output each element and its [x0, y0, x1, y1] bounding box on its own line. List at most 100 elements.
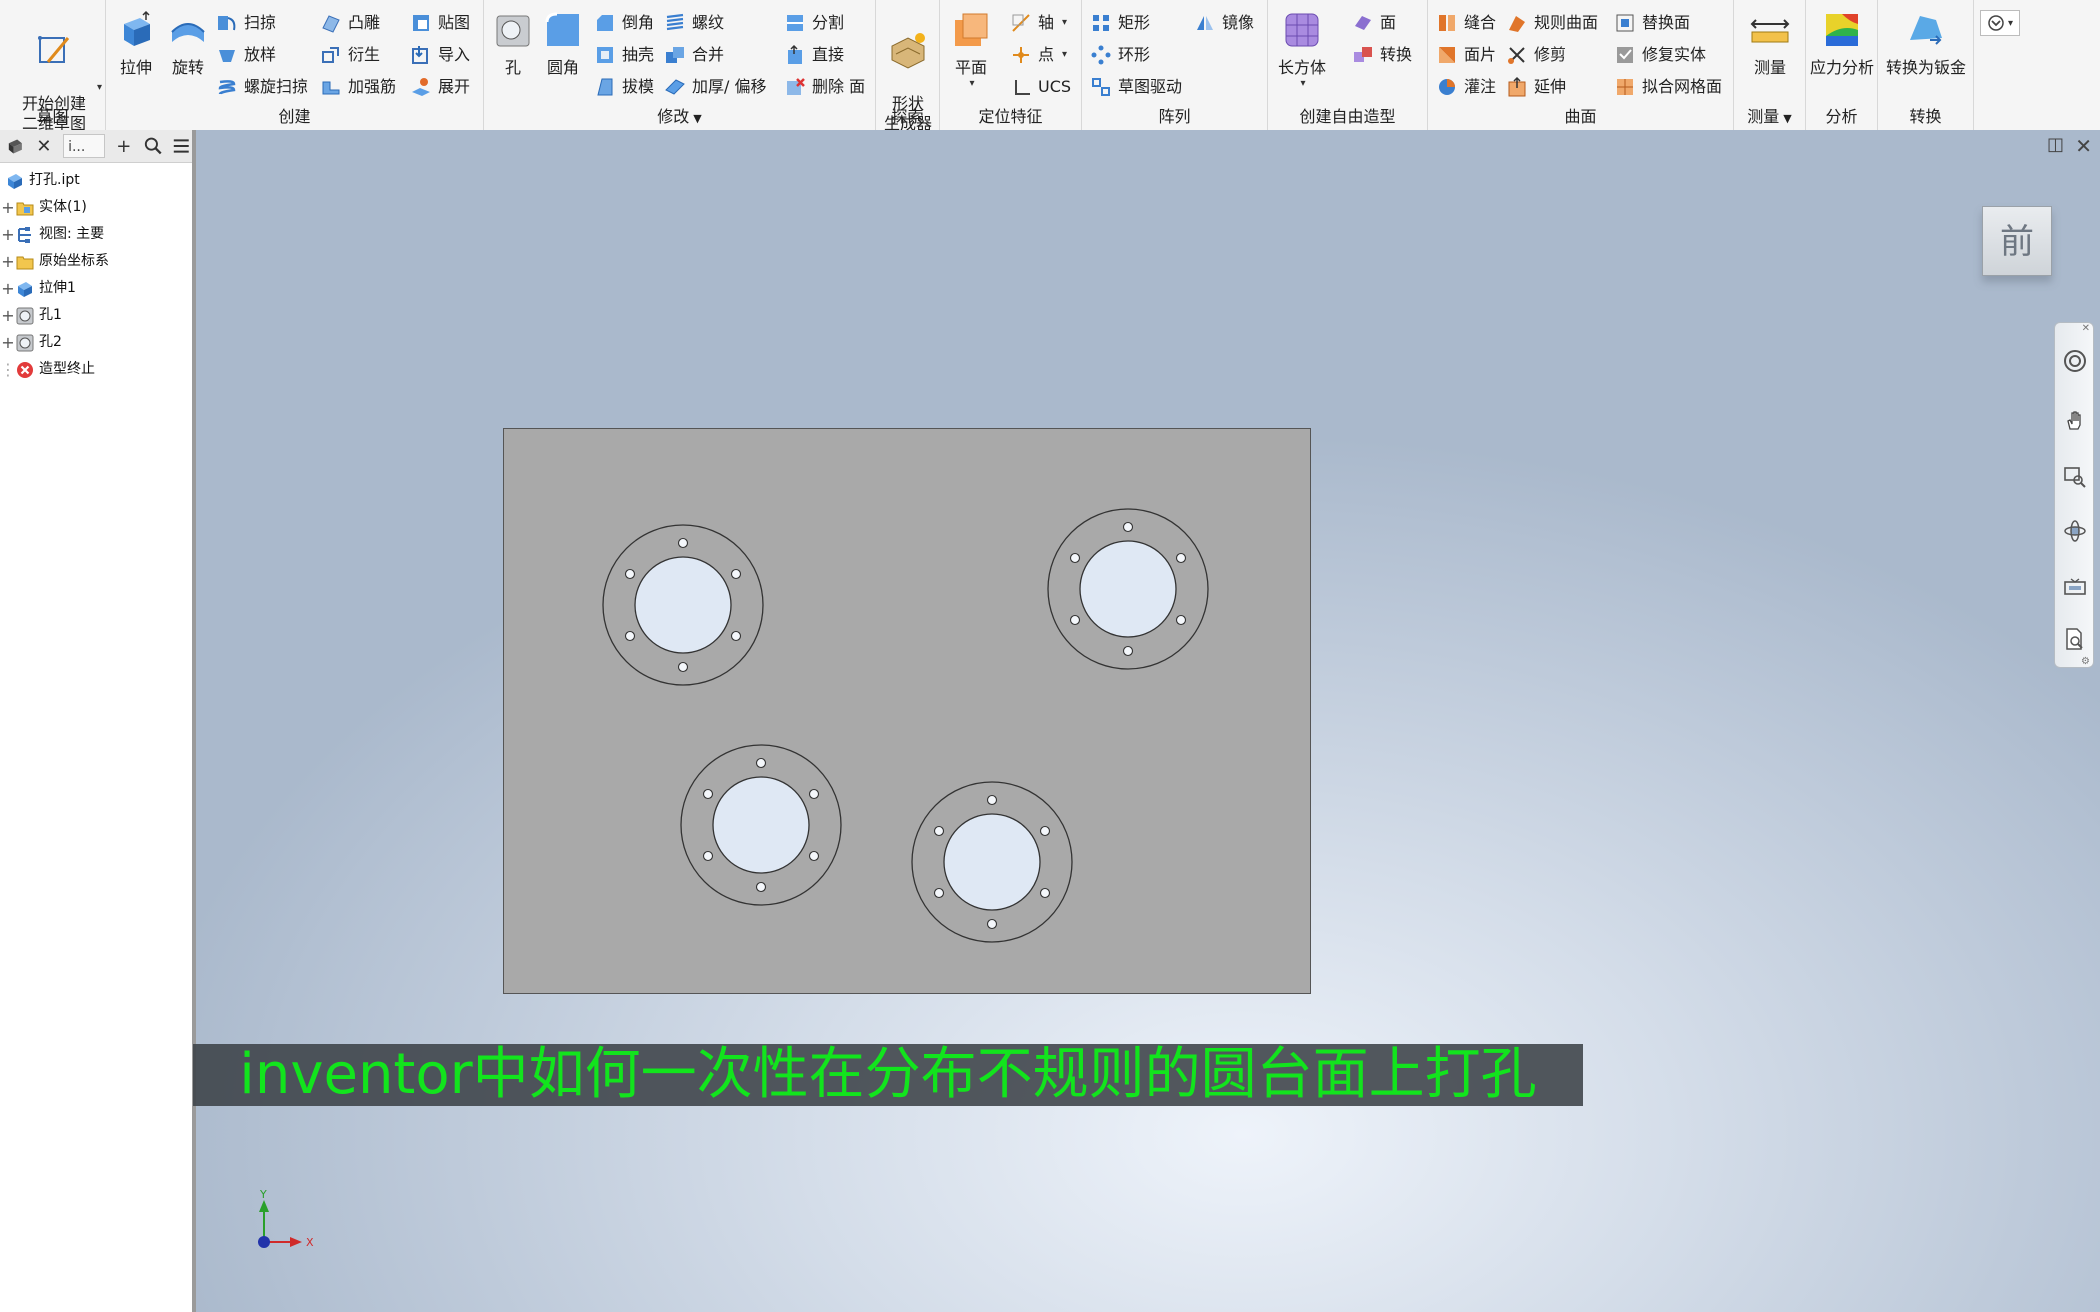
close-document-icon[interactable]: ✕: [2075, 134, 2092, 158]
search-icon[interactable]: [143, 135, 164, 157]
zoom-icon[interactable]: [2063, 465, 2087, 489]
tree-node-hole1[interactable]: + 孔1: [0, 302, 192, 329]
hole-label: 孔: [504, 58, 521, 77]
panel-label-modify[interactable]: 修改 ▼: [484, 106, 875, 128]
rib-button[interactable]: 加强筋: [320, 74, 396, 100]
rectangular-pattern-button[interactable]: 矩形: [1090, 10, 1150, 36]
import-button[interactable]: 导入: [410, 42, 470, 68]
axis-button[interactable]: 轴 ▾: [1010, 10, 1067, 36]
tree-node-view-rep[interactable]: + 视图: 主要: [0, 221, 192, 248]
panel-modify: 孔 圆角 倒角 抽壳 拔模 螺纹 合并 加厚/ 偏移 分割 直接 删除 面 修改…: [484, 0, 876, 130]
emboss-button[interactable]: 凸雕: [320, 10, 380, 36]
mirror-button[interactable]: 镜像: [1194, 10, 1254, 36]
freeform-face-icon: [1355, 16, 1371, 30]
freeform-box-button[interactable]: 长方体 ▾: [1272, 10, 1332, 89]
freeform-face-button[interactable]: 面: [1352, 10, 1396, 36]
close-browser-icon[interactable]: ✕: [33, 136, 55, 157]
direct-edit-button[interactable]: 直接: [784, 42, 844, 68]
expand-icon[interactable]: +: [0, 275, 16, 302]
sculpt-button[interactable]: 灌注: [1436, 74, 1496, 100]
browser-tree: 打孔.ipt + 实体(1) + 视图: 主要 + 原始坐标系 + 拉伸1 + …: [0, 163, 192, 383]
plane-button[interactable]: 平面 ▾: [944, 10, 998, 89]
ucs-button[interactable]: UCS: [1010, 74, 1071, 100]
fillet-button[interactable]: 圆角: [538, 10, 588, 78]
patch-button[interactable]: 面片: [1436, 42, 1496, 68]
circular-pattern-button[interactable]: 环形: [1090, 42, 1150, 68]
split-button[interactable]: 分割: [784, 10, 844, 36]
solid-bodies-folder-icon: [16, 202, 34, 215]
unfold-button[interactable]: 展开: [410, 74, 470, 100]
tree-node-solid-bodies[interactable]: + 实体(1): [0, 194, 192, 221]
tree-node-part[interactable]: 打孔.ipt: [0, 167, 192, 194]
look-at-icon[interactable]: [2063, 575, 2087, 599]
delete-face-button[interactable]: 删除 面: [784, 74, 865, 100]
tree-node-origin[interactable]: + 原始坐标系: [0, 248, 192, 275]
navbar-options-icon[interactable]: ⚙: [2081, 656, 2090, 667]
shell-button[interactable]: 抽壳: [594, 42, 654, 68]
add-browser-tab-icon[interactable]: +: [113, 136, 135, 157]
panel-label-measure[interactable]: 测量 ▼: [1734, 106, 1805, 128]
tree-node-end-of-part[interactable]: ⋮ 造型终止: [0, 356, 192, 383]
panel-label-analysis: 分析: [1825, 107, 1858, 126]
draft-button[interactable]: 拔模: [594, 74, 654, 100]
expand-icon[interactable]: +: [0, 302, 16, 329]
thread-icon: [666, 13, 684, 31]
boss-bottom-right[interactable]: [911, 781, 1073, 943]
convert-to-sheet-metal-button[interactable]: 转换为钣金: [1878, 10, 1974, 78]
steering-wheel-icon[interactable]: [2063, 349, 2087, 373]
expand-icon[interactable]: +: [0, 329, 16, 356]
extrude-button[interactable]: 拉伸: [110, 10, 162, 78]
expand-icon[interactable]: +: [0, 194, 16, 221]
boss-bottom-left[interactable]: [680, 744, 842, 906]
replace-face-button[interactable]: 替换面: [1614, 10, 1690, 36]
repair-bodies-button[interactable]: 修复实体: [1614, 42, 1706, 68]
point-button[interactable]: 点 ▾: [1010, 42, 1067, 68]
freeform-convert-button[interactable]: 转换: [1352, 42, 1412, 68]
tree-node-hole2[interactable]: + 孔2: [0, 329, 192, 356]
measure-button[interactable]: 测量: [1740, 10, 1800, 78]
part-icon: [8, 173, 22, 189]
trim-button[interactable]: 修剪: [1506, 42, 1566, 68]
revolve-button[interactable]: 旋转: [162, 10, 214, 78]
sweep-button[interactable]: 扫掠: [216, 10, 276, 36]
model-tab-icon[interactable]: [6, 136, 25, 156]
navbar-close-icon[interactable]: ✕: [2082, 323, 2090, 334]
decal-button[interactable]: 贴图: [410, 10, 470, 36]
hole-button[interactable]: 孔: [488, 10, 538, 78]
thread-button[interactable]: 螺纹: [664, 10, 724, 36]
stress-analysis-button[interactable]: 应力分析: [1806, 10, 1878, 78]
boss-top-right[interactable]: [1047, 508, 1209, 670]
browser-tab[interactable]: i...: [63, 134, 105, 158]
derive-button[interactable]: 衍生: [320, 42, 380, 68]
fit-mesh-face-button[interactable]: 拟合网格面: [1614, 74, 1722, 100]
fit-mesh-face-label: 拟合网格面: [1642, 77, 1723, 96]
chamfer-button[interactable]: 倒角: [594, 10, 654, 36]
trim-icon: [1508, 47, 1525, 64]
split-icon: [787, 15, 803, 31]
expand-icon[interactable]: +: [0, 221, 16, 248]
ribbon-options-button[interactable]: ▾: [1980, 10, 2020, 36]
hole-feature-icon: [16, 307, 34, 324]
part-plate[interactable]: [503, 428, 1311, 994]
stitch-button[interactable]: 缝合: [1436, 10, 1496, 36]
expand-icon[interactable]: +: [0, 248, 16, 275]
extend-button[interactable]: 延伸: [1506, 74, 1566, 100]
boss-top-left[interactable]: [602, 524, 764, 686]
ruled-surface-button[interactable]: 规则曲面: [1506, 10, 1598, 36]
loft-button[interactable]: 放样: [216, 42, 276, 68]
sheet-metal-icon: [1910, 16, 1942, 45]
tile-windows-icon[interactable]: ◫: [2047, 134, 2064, 155]
browser-menu-icon[interactable]: [171, 135, 192, 157]
viewcube[interactable]: 前: [1982, 206, 2052, 276]
coil-button[interactable]: 螺旋扫掠: [216, 74, 308, 100]
emboss-label: 凸雕: [348, 13, 381, 32]
fillet-icon: [545, 12, 579, 46]
orbit-icon[interactable]: [2063, 519, 2087, 543]
pan-hand-icon[interactable]: [2063, 409, 2087, 433]
thicken-offset-button[interactable]: 加厚/ 偏移: [664, 74, 766, 100]
tree-node-extrude1[interactable]: + 拉伸1: [0, 275, 192, 302]
combine-button[interactable]: 合并: [664, 42, 724, 68]
sketch-driven-pattern-button[interactable]: 草图驱动: [1090, 74, 1182, 100]
graphics-viewport[interactable]: ◫ ✕ 前 ✕ ⚙ Y X: [196, 130, 2100, 1312]
zoom-window-icon[interactable]: [2063, 627, 2087, 651]
